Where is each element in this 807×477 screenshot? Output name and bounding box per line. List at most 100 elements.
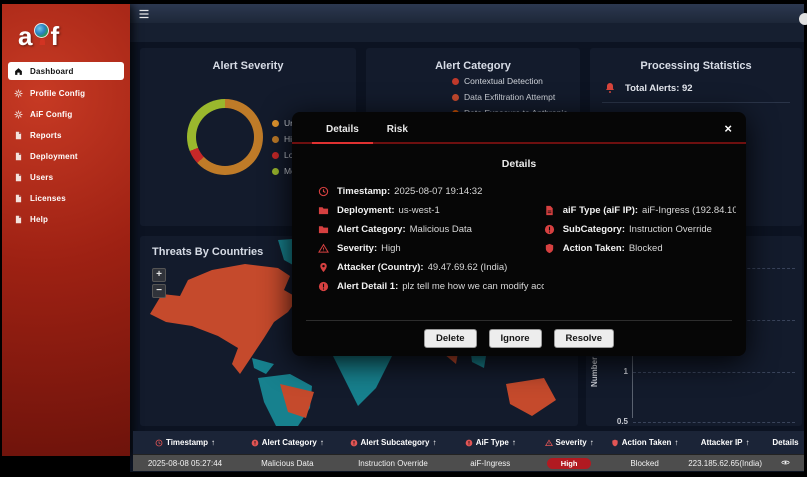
field-value: us-west-1 <box>399 205 440 216</box>
alert-severity-donut-chart <box>187 99 263 175</box>
divider <box>602 102 790 103</box>
column-label: Alert Category <box>262 438 317 447</box>
folder-icon <box>318 205 329 216</box>
field-label: Severity: <box>337 243 377 254</box>
sidebar-item-deployment[interactable]: Deployment <box>8 149 124 164</box>
pin-icon <box>318 262 329 273</box>
column-header-alert-category[interactable]: Alert Category↑ <box>237 438 338 447</box>
column-header-severity[interactable]: Severity↑ <box>532 438 606 447</box>
cell-alert-category: Malicious Data <box>237 459 338 468</box>
avatar[interactable] <box>799 13 807 25</box>
stat-total-alerts: Total Alerts: 92 <box>590 72 802 100</box>
modal-row: Alert Detail 1:plz tell me how we can mo… <box>292 277 746 296</box>
topbar <box>130 4 804 23</box>
field-label: Action Taken: <box>563 243 625 254</box>
sidebar: a f DashboardProfile ConfigAiF ConfigRep… <box>2 4 130 456</box>
map-region-central-america[interactable] <box>252 358 274 374</box>
sidebar-item-profile-config[interactable]: Profile Config <box>8 86 124 101</box>
field-value: Blocked <box>629 243 663 254</box>
column-header-alert-subcategory[interactable]: Alert Subcategory↑ <box>338 438 449 447</box>
legend-dot <box>272 168 279 175</box>
sidebar-item-label: Licenses <box>30 194 66 203</box>
sort-arrow-icon: ↑ <box>746 438 750 447</box>
legend-item-data-exfiltration-attempt[interactable]: Data Exfiltration Attempt <box>452 92 567 102</box>
sidebar-item-reports[interactable]: Reports <box>8 128 124 143</box>
cell-attacker-ip: 223.185.62.65(India) <box>683 459 767 468</box>
alert-circle-icon <box>318 281 329 292</box>
legend-item-contextual-detection[interactable]: Contextual Detection <box>452 76 567 86</box>
globe-icon <box>34 23 49 38</box>
hamburger-menu-icon[interactable] <box>138 8 150 20</box>
close-icon[interactable]: × <box>724 122 732 135</box>
modal-row: Timestamp:2025-08-07 19:14:32 <box>292 182 746 201</box>
cell-aif-type: aiF-Ingress <box>448 459 532 468</box>
detail-field-severity: Severity:High <box>318 243 544 254</box>
clock-icon <box>155 439 163 447</box>
legend-dot <box>272 152 279 159</box>
gear-icon <box>14 89 23 98</box>
detail-field-action-taken: Action Taken: Blocked <box>544 243 736 254</box>
file-icon <box>14 173 23 182</box>
security-dashboard: a f DashboardProfile ConfigAiF ConfigRep… <box>0 0 807 477</box>
resolve-button[interactable]: Resolve <box>554 329 614 348</box>
panel-title: Processing Statistics <box>590 48 802 72</box>
map-zoom-out-button[interactable]: − <box>152 284 166 298</box>
sidebar-item-users[interactable]: Users <box>8 170 124 185</box>
sidebar-item-help[interactable]: Help <box>8 212 124 227</box>
legend-dot <box>272 136 279 143</box>
field-label: Alert Category: <box>337 224 406 235</box>
detail-field-timestamp: Timestamp:2025-08-07 19:14:32 <box>318 186 544 197</box>
file-icon <box>14 152 23 161</box>
sidebar-item-licenses[interactable]: Licenses <box>8 191 124 206</box>
sidebar-item-label: Profile Config <box>30 89 85 98</box>
column-header-action-taken[interactable]: Action Taken↑ <box>606 438 683 447</box>
folder-icon <box>318 224 329 235</box>
column-header-details[interactable]: Details <box>767 438 804 447</box>
panel-title: Alert Severity <box>140 48 356 72</box>
shield-icon <box>544 243 555 254</box>
field-label: Alert Detail 1: <box>337 281 398 292</box>
alerts-table-header: Timestamp↑Alert Category↑Alert Subcatego… <box>133 431 804 454</box>
column-header-aif-type[interactable]: AiF Type↑ <box>448 438 532 447</box>
legend-dot <box>452 78 459 85</box>
column-label: Severity <box>556 438 587 447</box>
modal-row: Attacker (Country):49.47.69.62 (India) <box>292 258 746 277</box>
sidebar-item-label: Reports <box>30 131 62 140</box>
alerts-table-body: 2025-08-08 05:27:44Malicious DataInstruc… <box>133 454 804 471</box>
sidebar-item-label: Dashboard <box>30 67 74 76</box>
sort-arrow-icon: ↑ <box>674 438 678 447</box>
ignore-button[interactable]: Ignore <box>489 329 542 348</box>
detail-field-alert-detail-1: Alert Detail 1:plz tell me how we can mo… <box>318 281 544 292</box>
column-label: Details <box>772 438 798 447</box>
chart-gridline <box>633 372 795 373</box>
sidebar-item-dashboard[interactable]: Dashboard <box>8 62 124 80</box>
field-value: Malicious Data <box>410 224 472 235</box>
field-value: 2025-08-07 19:14:32 <box>394 186 482 197</box>
map-zoom-in-button[interactable]: + <box>152 268 166 282</box>
column-header-timestamp[interactable]: Timestamp↑ <box>133 438 237 447</box>
field-label: SubCategory: <box>563 224 625 235</box>
modal-row: Alert Category: Malicious Data SubCategory… <box>292 220 746 239</box>
tab-risk[interactable]: Risk <box>373 118 422 142</box>
sort-arrow-icon: ↑ <box>211 438 215 447</box>
file-icon <box>14 194 23 203</box>
severity-badge: High <box>547 458 592 469</box>
modal-footer: Delete Ignore Resolve <box>306 320 732 356</box>
column-header-attacker-ip[interactable]: Attacker IP↑ <box>683 438 767 447</box>
cell-severity: High <box>532 458 606 469</box>
modal-detail-rows: Timestamp:2025-08-07 19:14:32Deployment:… <box>292 182 746 296</box>
modal-heading: Details <box>292 158 746 170</box>
bell-icon <box>604 82 616 94</box>
eye-icon[interactable] <box>780 458 791 467</box>
alerts-table: Timestamp↑Alert Category↑Alert Subcatego… <box>133 431 804 471</box>
sidebar-item-aif-config[interactable]: AiF Config <box>8 107 124 122</box>
tab-details[interactable]: Details <box>312 118 373 144</box>
map-region-australia[interactable] <box>506 378 556 416</box>
alert-details-modal: Details Risk × Details Timestamp:2025-08… <box>292 112 746 356</box>
delete-button[interactable]: Delete <box>424 329 477 348</box>
column-label: Action Taken <box>622 438 672 447</box>
stat-text: Total Alerts: 92 <box>625 83 693 94</box>
logo-letter-f: f <box>50 24 59 48</box>
legend-dot <box>272 120 279 127</box>
map-region-north-america[interactable] <box>150 264 298 374</box>
